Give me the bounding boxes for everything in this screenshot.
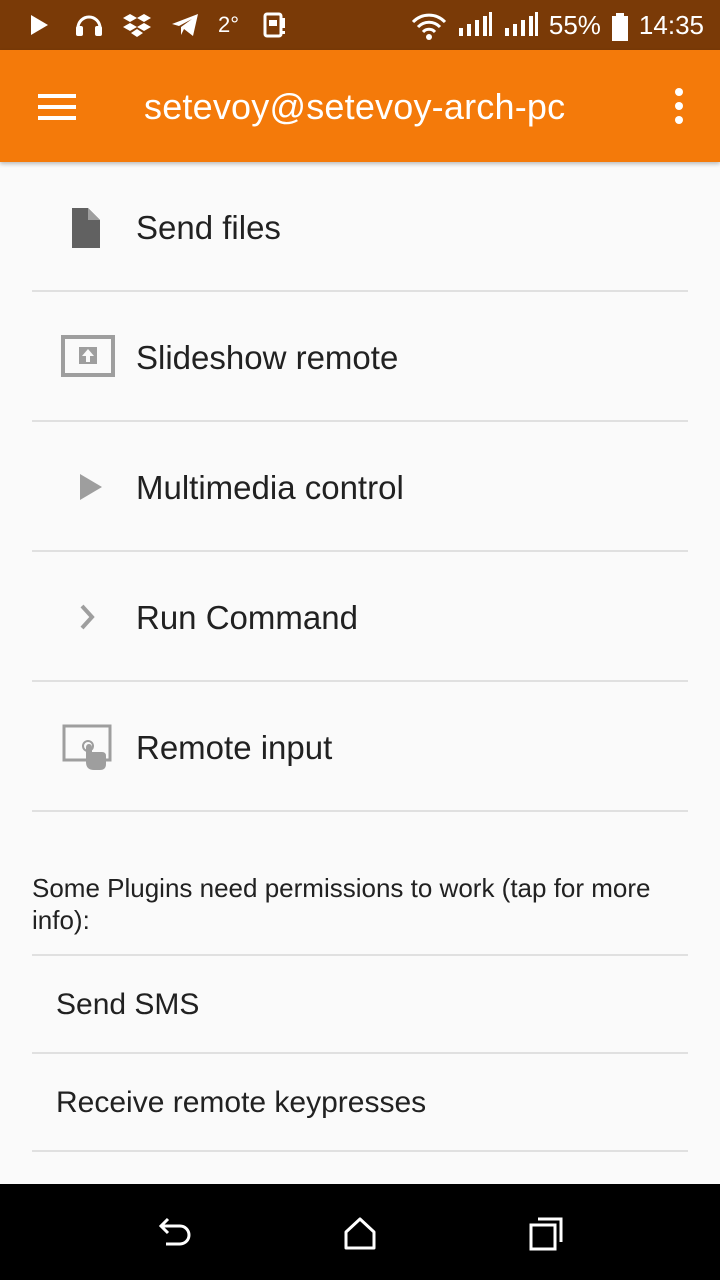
plugin-label: Run Command (136, 599, 358, 636)
plugin-label: Send files (136, 209, 281, 246)
headset-icon (74, 12, 102, 38)
plugin-multimedia-control[interactable]: Multimedia control (0, 422, 720, 552)
plugin-list: Send files Slideshow remote Multimedia c… (0, 162, 720, 812)
permission-remote-keypresses[interactable]: Receive remote keypresses (0, 1054, 720, 1152)
chevron-right-icon (60, 592, 116, 642)
signal-1-icon (457, 12, 493, 38)
device-title: setevoy@setevoy-arch-pc (144, 86, 566, 127)
play-icon (26, 12, 52, 38)
battery-percent: 55% (548, 9, 601, 40)
permissions-note[interactable]: Some Plugins need permissions to work (t… (32, 872, 672, 936)
telegram-icon (170, 12, 198, 38)
divider (32, 810, 688, 812)
back-icon[interactable] (154, 1214, 194, 1254)
plugin-label: Remote input (136, 729, 333, 766)
status-bar: 2° 55% 14:35 (0, 0, 720, 50)
clock: 14:35 (638, 9, 704, 40)
battery-icon (611, 12, 629, 41)
dropbox-icon (122, 12, 151, 38)
plugin-label: Multimedia control (136, 469, 404, 506)
permission-send-sms[interactable]: Send SMS (0, 956, 720, 1054)
overflow-menu-icon[interactable] (674, 88, 684, 124)
status-system: 55% 14:35 (411, 0, 704, 50)
permission-label: Receive remote keypresses (56, 1086, 427, 1119)
permission-label: Send SMS (56, 988, 200, 1021)
plugin-run-command[interactable]: Run Command (0, 552, 720, 682)
signal-2-icon (503, 12, 539, 38)
recents-icon[interactable] (527, 1214, 567, 1254)
divider (32, 1150, 688, 1152)
presentation-icon (60, 332, 116, 382)
temperature-text: 2° (218, 12, 240, 37)
touchpad-icon (60, 722, 116, 772)
play-icon (60, 462, 116, 512)
navigation-bar (0, 1184, 720, 1280)
wifi-icon (411, 12, 447, 40)
plugin-send-files[interactable]: Send files (0, 162, 720, 292)
sim-icon (261, 12, 287, 38)
file-icon (60, 202, 116, 252)
hamburger-menu-icon[interactable] (38, 94, 76, 120)
home-icon[interactable] (340, 1214, 380, 1254)
app-bar: setevoy@setevoy-arch-pc (0, 50, 720, 162)
status-notifications: 2° (26, 12, 287, 38)
plugin-slideshow-remote[interactable]: Slideshow remote (0, 292, 720, 422)
plugin-remote-input[interactable]: Remote input (0, 682, 720, 812)
plugin-label: Slideshow remote (136, 339, 399, 376)
